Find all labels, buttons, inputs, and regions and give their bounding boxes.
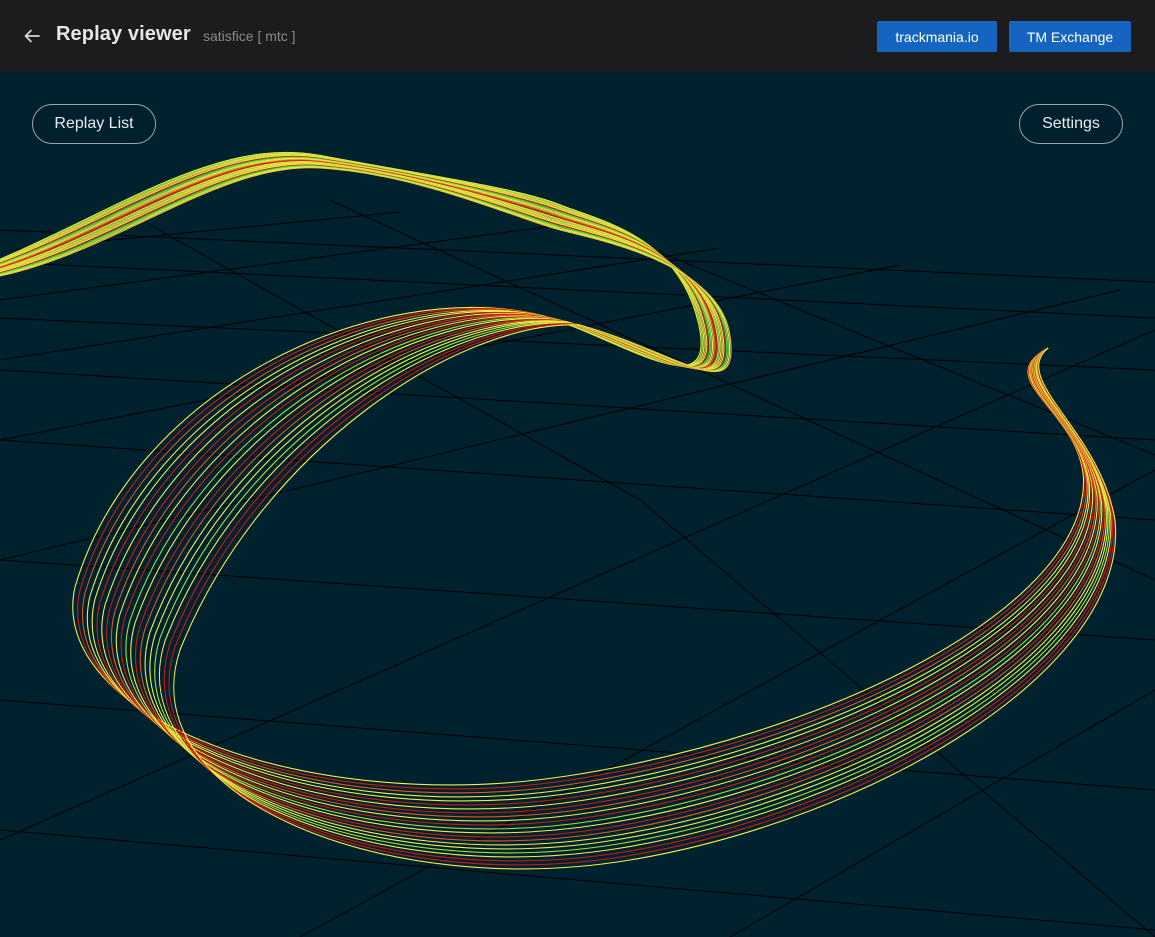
replay-list-button[interactable]: Replay List (32, 104, 156, 144)
replay-trace-segment (72, 307, 1085, 786)
grid-line (639, 499, 1155, 937)
grid-line (729, 689, 1155, 937)
replay-trace-segment (87, 310, 1089, 798)
arrow-left-icon (24, 29, 40, 43)
replay-trace-segment (130, 318, 1103, 834)
back-button[interactable] (20, 24, 44, 48)
replay-trace-segment (82, 309, 1088, 794)
grid-line (329, 199, 1155, 581)
replay-3d-viewport[interactable] (0, 72, 1155, 937)
replay-trace-segment (115, 315, 1098, 822)
page-subtitle: satisfice [ mtc ] (203, 28, 296, 44)
trackmania-io-link-button[interactable]: trackmania.io (877, 21, 997, 52)
app-header: Replay viewer satisfice [ mtc ] trackman… (0, 0, 1155, 72)
tm-exchange-link-button[interactable]: TM Exchange (1009, 21, 1131, 52)
grid-line (299, 469, 1155, 937)
grid-line (0, 559, 1155, 641)
replay-trace-segment (139, 319, 1106, 842)
replay-trace-segment (125, 317, 1101, 830)
replay-trace-segment (106, 313, 1095, 814)
replay-scene[interactable] (0, 72, 1155, 937)
grid-line (0, 369, 1155, 441)
grid-line (0, 289, 1121, 561)
page-title: Replay viewer (56, 23, 191, 45)
settings-button[interactable]: Settings (1019, 104, 1123, 144)
replay-trace-segment (110, 314, 1097, 818)
replay-trace-segment (77, 308, 1086, 790)
replay-trace-segment (144, 320, 1107, 846)
grid-line (0, 439, 1155, 521)
